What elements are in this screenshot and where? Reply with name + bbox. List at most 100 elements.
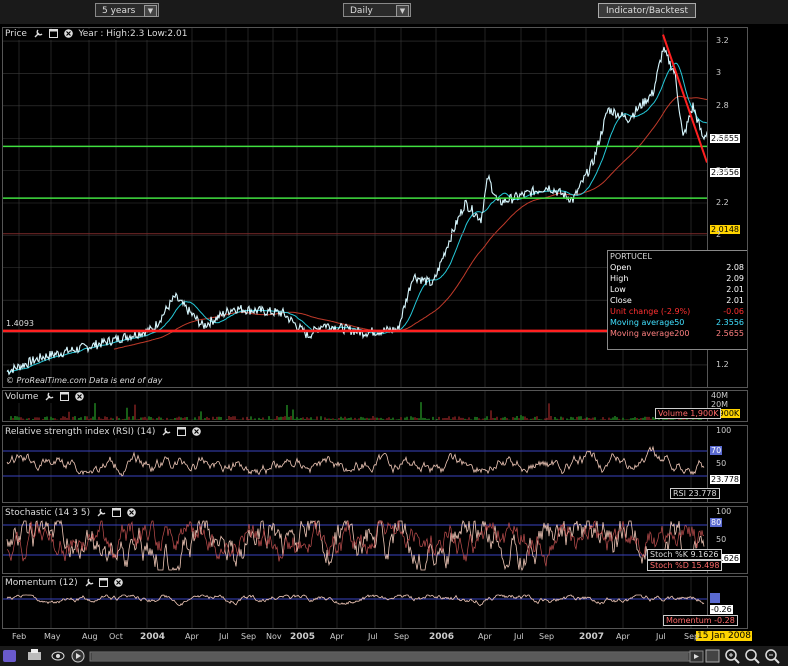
- time-axis-label: 2006: [429, 632, 455, 642]
- close-icon[interactable]: [75, 392, 84, 401]
- panel-title: Stochastic (14 3 5): [5, 508, 91, 518]
- window-icon[interactable]: [60, 392, 70, 401]
- close-icon[interactable]: [126, 508, 136, 517]
- zoom-out-icon[interactable]: [765, 649, 780, 664]
- info-value: 2.3556: [716, 318, 744, 327]
- watermark: © ProRealTime.com Data is end of day: [6, 376, 163, 385]
- bottom-toolbar: [0, 646, 788, 666]
- momentum-tag: -0.26: [710, 605, 733, 614]
- time-axis-label: Aug: [82, 632, 98, 641]
- year-range-label: Year : High:2.3 Low:2.01: [78, 29, 188, 39]
- eye-icon[interactable]: [51, 651, 65, 661]
- time-axis-label: Sep: [684, 632, 700, 641]
- time-axis-label: Oct: [109, 632, 123, 641]
- info-label: High: [610, 274, 629, 283]
- time-axis-label: Apr: [616, 632, 630, 641]
- price-tick: 3.2: [716, 36, 729, 46]
- info-label: Close: [610, 296, 632, 305]
- window-icon[interactable]: [177, 427, 187, 436]
- interval-select[interactable]: Daily ▼: [343, 3, 411, 17]
- rsi-value-label: RSI 23.778: [670, 488, 720, 499]
- time-axis-label: Apr: [185, 632, 199, 641]
- price-line: [6, 46, 707, 376]
- price-chart[interactable]: [3, 28, 707, 387]
- wrench-icon[interactable]: [97, 508, 106, 517]
- chevron-down-icon[interactable]: ▼: [144, 5, 157, 17]
- price-panel: Price Year : High:2.3 Low:2.01 1.4093 © …: [2, 27, 748, 388]
- wrench-icon[interactable]: [162, 427, 171, 436]
- top-toolbar: 5 years ▼ Daily ▼ Indicator/Backtest: [0, 0, 788, 24]
- time-axis-label: May: [44, 632, 61, 641]
- stoch-tick: 100: [716, 507, 732, 516]
- chevron-down-icon[interactable]: ▼: [396, 5, 409, 17]
- window-icon[interactable]: [99, 578, 109, 587]
- stochastic-panel-header: Stochastic (14 3 5): [5, 508, 139, 519]
- rsi-tick: 50: [716, 459, 727, 468]
- scroll-right-icon[interactable]: [689, 650, 704, 663]
- play-icon[interactable]: [71, 649, 85, 663]
- ma50-line: [6, 62, 707, 373]
- info-label: Moving average50: [610, 318, 685, 327]
- quote-info-box: PORTUCEL Open 2.08 High 2.09 Low 2.01 Close 2.0…: [607, 250, 747, 350]
- volume-panel: Volume Volume 1,900K 40M 20M 1,900K: [2, 390, 748, 422]
- scrollbar[interactable]: [89, 651, 691, 662]
- toolbar-icon-1[interactable]: [3, 650, 16, 662]
- toolbar-icon-2[interactable]: [705, 649, 720, 663]
- price-tick: 2.6: [716, 133, 729, 143]
- time-axis-label: Apr: [478, 632, 492, 641]
- interval-select-value: Daily: [350, 6, 373, 16]
- wrench-icon[interactable]: [34, 29, 43, 38]
- rsi-tick: 100: [716, 426, 732, 435]
- time-axis-label: Feb: [12, 632, 27, 641]
- price-tick: 2.2: [716, 198, 729, 207]
- time-axis-label: 2005: [290, 632, 316, 642]
- panel-title: Volume: [5, 392, 39, 402]
- volume-chart[interactable]: [3, 391, 707, 421]
- printer-icon[interactable]: [28, 649, 41, 660]
- stoch-k-label: Stoch %K 9.1626: [647, 549, 722, 560]
- price-tick: 2.4: [716, 165, 729, 175]
- info-value: -0.06: [723, 307, 744, 316]
- momentum-value-label: Momentum -0.28: [663, 615, 738, 626]
- price-tick: 2.8: [716, 100, 729, 110]
- panel-title: Momentum (12): [5, 578, 78, 588]
- window-icon[interactable]: [111, 508, 121, 517]
- info-value: 2.08: [726, 263, 744, 272]
- stoch-d-label: Stoch %D 15.498: [647, 560, 723, 571]
- zoom-icon[interactable]: [745, 649, 760, 664]
- close-icon[interactable]: [192, 427, 201, 436]
- time-axis-label: Nov: [266, 632, 282, 641]
- period-select[interactable]: 5 years ▼: [95, 3, 159, 17]
- close-icon[interactable]: [114, 578, 124, 587]
- time-axis-label: Jul: [514, 632, 524, 641]
- current-date-tag: 15 Jan 2008: [696, 631, 752, 641]
- rsi-panel: Relative strength index (RSI) (14) RSI 2…: [2, 425, 748, 503]
- close-icon[interactable]: [63, 29, 73, 38]
- indicator-backtest-button[interactable]: Indicator/Backtest: [598, 3, 696, 18]
- stochastic-panel: Stochastic (14 3 5) Stoch %K 9.1626 Stoc…: [2, 506, 748, 574]
- price-tick: 1.2: [716, 359, 729, 369]
- wrench-icon[interactable]: [45, 392, 54, 401]
- period-select-value: 5 years: [102, 6, 136, 16]
- window-icon[interactable]: [48, 29, 58, 38]
- panel-title: Price: [5, 29, 27, 39]
- time-axis-label: Sep: [394, 632, 410, 641]
- time-axis-label: Jul: [219, 632, 229, 641]
- info-rows: Open 2.08 High 2.09 Low 2.01 Close 2.01 Unit cha…: [608, 251, 747, 349]
- time-axis-label: Apr: [330, 632, 344, 641]
- price-tick: 2: [716, 230, 722, 240]
- info-value: 2.09: [726, 274, 744, 283]
- info-label: Moving average200: [610, 329, 690, 338]
- zoom-in-icon[interactable]: [725, 649, 740, 664]
- time-axis-label: 2007: [579, 632, 605, 642]
- momentum-panel-header: Momentum (12): [5, 578, 127, 589]
- price-panel-header: Price Year : High:2.3 Low:2.01: [5, 29, 188, 40]
- momentum-zero-tag: [710, 593, 720, 603]
- wrench-icon[interactable]: [85, 578, 94, 587]
- stoch-upper-tag: 80: [710, 518, 723, 527]
- volume-panel-header: Volume: [5, 392, 88, 403]
- rsi-upper-tag: 70: [710, 446, 723, 455]
- time-axis-label: Jul: [368, 632, 378, 641]
- volume-tick: 40M: [711, 391, 729, 400]
- info-value: 2.01: [726, 285, 744, 294]
